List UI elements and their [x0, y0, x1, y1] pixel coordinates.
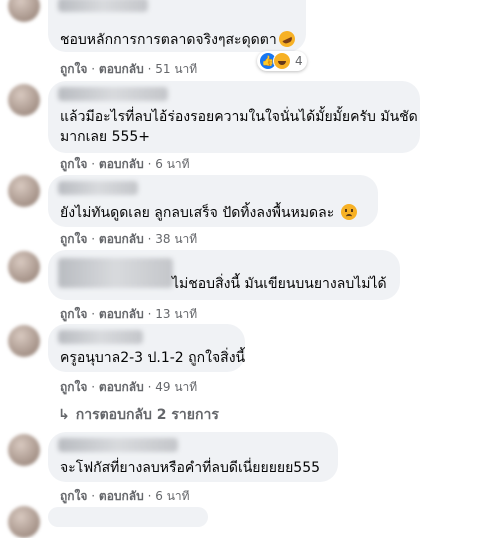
separator: ·: [91, 307, 96, 321]
avatar[interactable]: [8, 434, 40, 466]
comment-text: แล้วมีอะไรที่ลบไอ้ร่องรอยความในใจนั่นได้…: [60, 107, 418, 147]
comment-bubble: ยังไม่ทันดูดเลย ลูกลบเสร็จ ปัดทิ้งลงพื้น…: [48, 175, 378, 227]
like-link[interactable]: ถูกใจ: [60, 489, 87, 503]
comment-text: จะโฟกัสที่ยางลบหรือคำที่ลบดีเนี่ยยยยย555: [60, 458, 320, 478]
author-name-redacted[interactable]: [58, 330, 143, 344]
author-name-redacted[interactable]: [58, 181, 138, 195]
replies-label: การตอบกลับ 2 รายการ: [75, 407, 219, 423]
separator: ·: [91, 489, 96, 503]
avatar[interactable]: [8, 325, 40, 357]
comment-text-line: ไม่ชอบสิ่งนี้ มันเขียนบนยางลบไม่ได้: [172, 276, 387, 292]
reply-link[interactable]: ตอบกลับ: [99, 380, 144, 394]
avatar[interactable]: [8, 0, 40, 22]
comment-text-line: แล้วมีอะไรที่ลบไอ้ร่องรอยความในใจนั่นได้…: [60, 109, 418, 125]
avatar[interactable]: [8, 84, 40, 116]
comment-actions: ถูกใจ · ตอบกลับ · 38 นาที: [60, 230, 197, 249]
separator: ·: [91, 232, 96, 246]
separator: ·: [91, 157, 96, 171]
comment-actions: ถูกใจ · ตอบกลับ · 49 นาที: [60, 378, 197, 397]
separator: ·: [147, 489, 152, 503]
comment-text-line: มากเลย 555+: [60, 129, 151, 145]
timestamp[interactable]: 13 นาที: [155, 307, 197, 321]
sad-emoji-icon: [340, 204, 357, 220]
timestamp[interactable]: 51 นาที: [155, 62, 197, 76]
separator: ·: [147, 232, 152, 246]
separator: ·: [147, 380, 152, 394]
comment-text-line: ยังไม่ทันดูดเลย ลูกลบเสร็จ ปัดทิ้งลงพื้น…: [60, 205, 335, 221]
separator: ·: [91, 62, 96, 76]
author-name-redacted[interactable]: [58, 258, 173, 288]
rofl-emoji-icon: [276, 28, 298, 50]
like-link[interactable]: ถูกใจ: [60, 307, 87, 321]
reaction-summary[interactable]: 👍 4: [257, 51, 307, 71]
reply-link[interactable]: ตอบกลับ: [99, 307, 144, 321]
comment-bubble: ชอบหลักการการตลาดจริงๆสะดุดตา: [48, 0, 306, 52]
author-name-redacted[interactable]: [58, 0, 148, 12]
separator: ·: [147, 157, 152, 171]
avatar[interactable]: [8, 175, 40, 207]
comment-text-line: จะโฟกัสที่ยางลบหรือคำที่ลบดีเนี่ยยยยย555: [60, 460, 321, 476]
separator: ·: [147, 307, 152, 321]
author-name-redacted[interactable]: [58, 438, 178, 452]
separator: ·: [91, 380, 96, 394]
comment-actions: ถูกใจ · ตอบกลับ · 13 นาที: [60, 305, 197, 324]
comment-bubble: แล้วมีอะไรที่ลบไอ้ร่องรอยความในใจนั่นได้…: [48, 81, 420, 153]
comment-text: ยังไม่ทันดูดเลย ลูกลบเสร็จ ปัดทิ้งลงพื้น…: [60, 203, 357, 223]
comment-actions: ถูกใจ · ตอบกลับ · 6 นาที: [60, 487, 190, 506]
like-link[interactable]: ถูกใจ: [60, 157, 87, 171]
like-link[interactable]: ถูกใจ: [60, 232, 87, 246]
timestamp[interactable]: 6 นาที: [155, 489, 189, 503]
comment-text: ครูอนุบาล2-3 ป.1-2 ถูกใจสิ่งนี้: [60, 348, 245, 368]
comment-text: ชอบหลักการการตลาดจริงๆสะดุดตา: [60, 28, 298, 50]
reply-arrow-icon: ↳: [58, 407, 70, 423]
comment-bubble-partial: [48, 507, 208, 527]
timestamp[interactable]: 38 นาที: [155, 232, 197, 246]
comment-bubble: จะโฟกัสที่ยางลบหรือคำที่ลบดีเนี่ยยยยย555: [48, 432, 338, 482]
haha-reaction-icon: [273, 52, 291, 70]
separator: ·: [147, 62, 152, 76]
reply-link[interactable]: ตอบกลับ: [99, 157, 144, 171]
comment-bubble: ครูอนุบาล2-3 ป.1-2 ถูกใจสิ่งนี้: [48, 324, 245, 372]
reply-link[interactable]: ตอบกลับ: [99, 62, 144, 76]
author-name-redacted[interactable]: [58, 87, 168, 101]
like-link[interactable]: ถูกใจ: [60, 62, 87, 76]
timestamp[interactable]: 6 นาที: [155, 157, 189, 171]
avatar[interactable]: [8, 506, 40, 538]
view-replies-link[interactable]: ↳ การตอบกลับ 2 รายการ: [58, 404, 219, 426]
reply-link[interactable]: ตอบกลับ: [99, 489, 144, 503]
comment-text-line: ครูอนุบาล2-3 ป.1-2 ถูกใจสิ่งนี้: [60, 350, 246, 366]
reaction-count: 4: [295, 54, 303, 68]
comment-actions: ถูกใจ · ตอบกลับ · 51 นาที: [60, 60, 197, 79]
comment-bubble: ไม่ชอบสิ่งนี้ มันเขียนบนยางลบไม่ได้: [48, 250, 400, 300]
comment-actions: ถูกใจ · ตอบกลับ · 6 นาที: [60, 155, 190, 174]
comment-text-line: ชอบหลักการการตลาดจริงๆสะดุดตา: [60, 32, 277, 48]
like-link[interactable]: ถูกใจ: [60, 380, 87, 394]
avatar[interactable]: [8, 251, 40, 283]
timestamp[interactable]: 49 นาที: [155, 380, 197, 394]
reply-link[interactable]: ตอบกลับ: [99, 232, 144, 246]
comment-text: ไม่ชอบสิ่งนี้ มันเขียนบนยางลบไม่ได้: [172, 274, 387, 294]
